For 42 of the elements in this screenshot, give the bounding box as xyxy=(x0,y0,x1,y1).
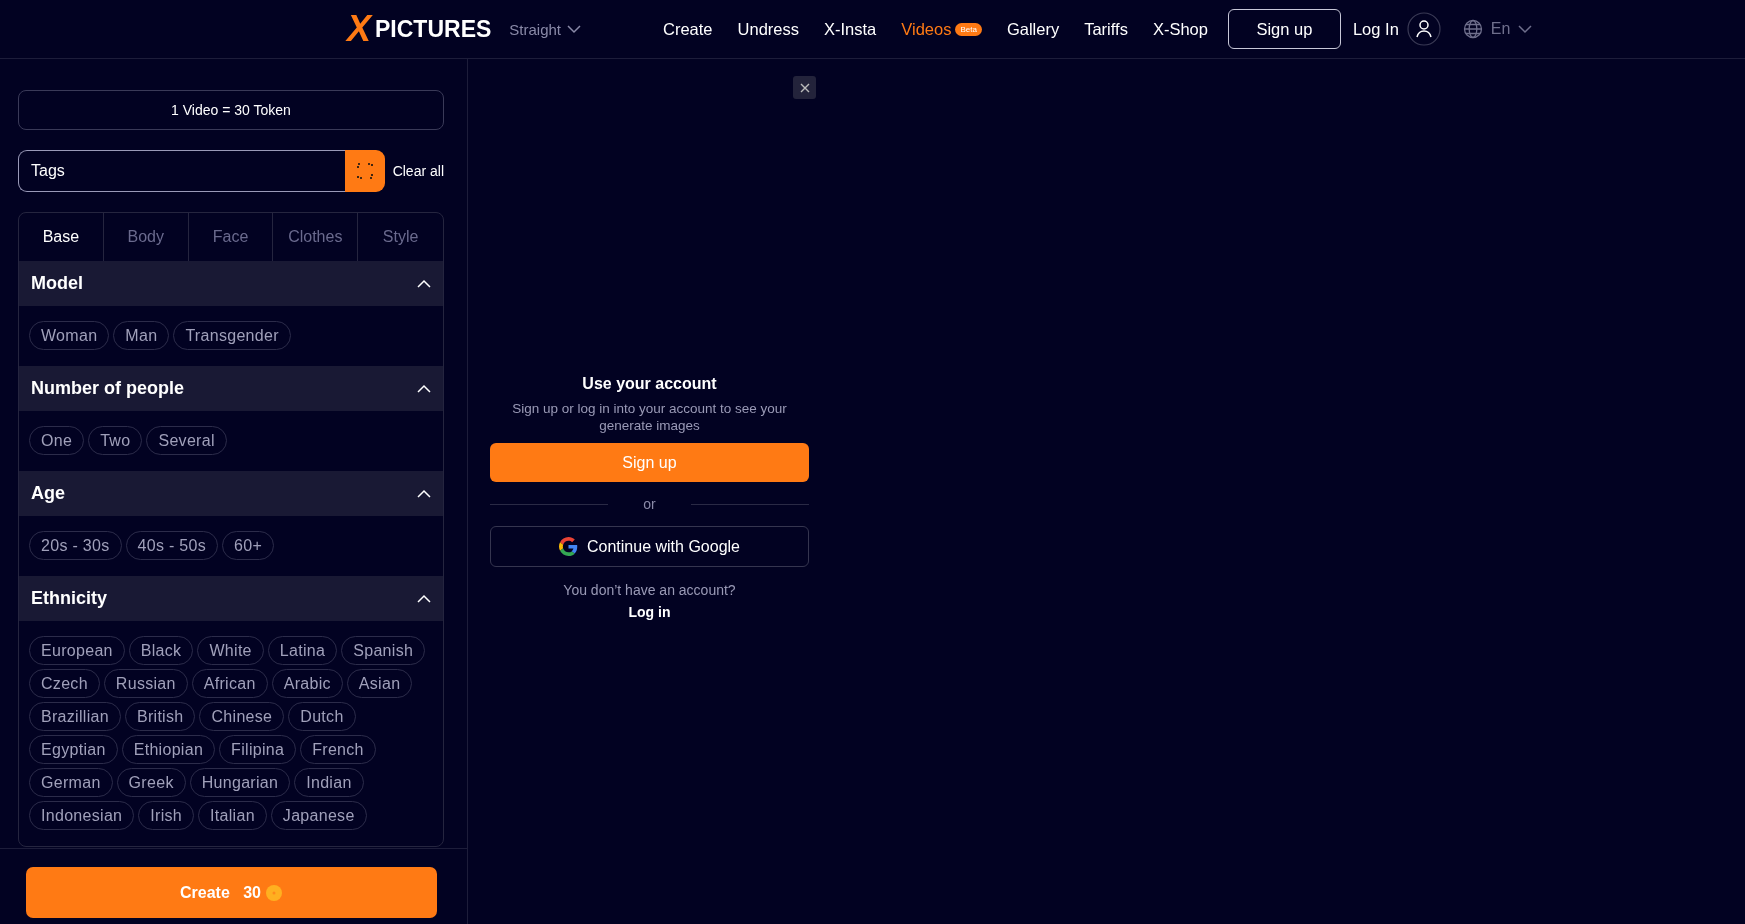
section-title: Age xyxy=(31,483,65,504)
google-icon xyxy=(559,537,578,556)
price-info: 1 Video = 30 Token xyxy=(18,90,444,130)
nav-link[interactable]: X-Insta xyxy=(824,19,877,39)
close-button[interactable] xyxy=(793,76,816,99)
account-title: Use your account xyxy=(582,375,717,393)
language-dropdown[interactable]: En xyxy=(1456,18,1539,40)
clear-all-button[interactable]: Clear all xyxy=(392,163,444,179)
category-tab[interactable]: Style xyxy=(358,213,443,261)
nav-link[interactable]: Tariffs xyxy=(1084,19,1128,39)
log-in-link[interactable]: Log In xyxy=(1352,19,1407,39)
chevron-down-icon xyxy=(1518,24,1533,34)
section-header[interactable]: Ethnicity xyxy=(19,576,443,621)
nav-link[interactable]: Create xyxy=(663,19,713,39)
beta-badge: Beta xyxy=(955,22,982,36)
tags-field[interactable]: Tags xyxy=(18,150,345,192)
or-divider-label: or xyxy=(642,496,657,512)
close-icon xyxy=(799,82,810,93)
section-title: Model xyxy=(31,273,83,294)
expand-button[interactable] xyxy=(344,150,385,192)
section-header[interactable]: Age xyxy=(19,471,443,516)
logo-mark[interactable]: X xyxy=(347,11,371,47)
nav-link[interactable]: Videos Beta xyxy=(901,19,982,39)
nav-link[interactable]: X-Shop xyxy=(1152,19,1208,39)
user-icon[interactable] xyxy=(1406,12,1441,46)
frame-corners-icon xyxy=(356,163,373,179)
logo-text[interactable]: PICTURES xyxy=(375,15,492,43)
sign-up-button[interactable]: Sign up xyxy=(1227,9,1341,49)
no-account-text: You don’t have an account? xyxy=(563,582,736,598)
nav-link[interactable]: Gallery xyxy=(1006,19,1060,39)
chevron-down-icon xyxy=(567,24,581,34)
account-description: Sign up or log in into your account to see your generate images xyxy=(511,400,788,434)
google-button[interactable]: Continue with Google xyxy=(490,526,809,567)
section-title: Number of people xyxy=(31,378,184,399)
section-title: Ethnicity xyxy=(31,588,107,609)
section-header[interactable]: Number of people xyxy=(19,366,443,411)
coin-icon xyxy=(264,883,283,902)
section-header[interactable]: Model xyxy=(19,261,443,306)
mode-dropdown[interactable]: Straight xyxy=(503,19,587,39)
nav-link[interactable]: Undress xyxy=(737,19,799,39)
log-in-link[interactable]: Log in xyxy=(622,603,677,621)
globe-icon xyxy=(1462,19,1483,39)
